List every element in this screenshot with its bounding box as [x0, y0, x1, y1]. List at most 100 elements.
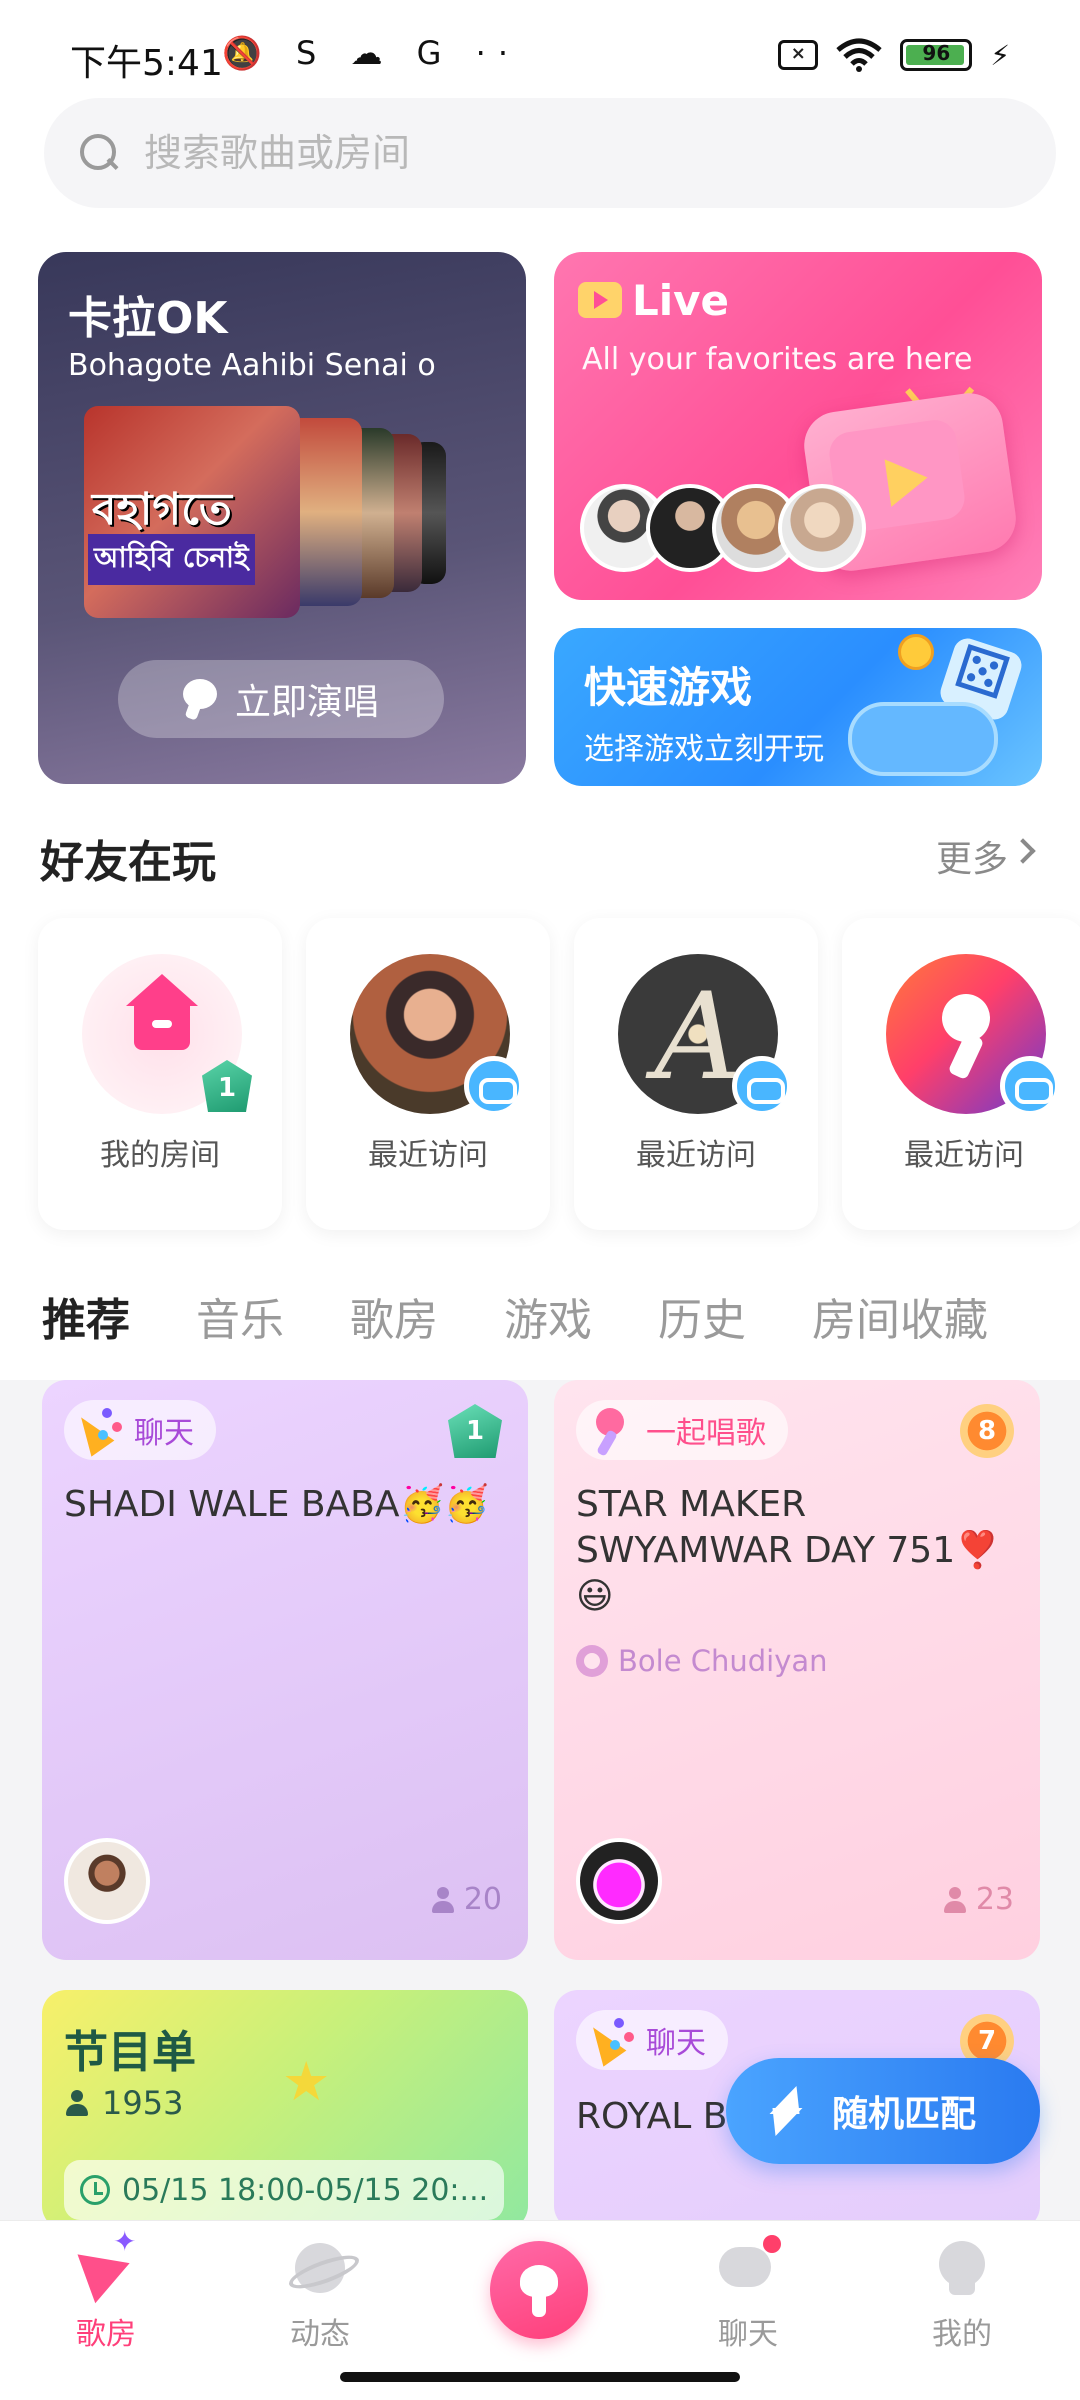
nav-profile[interactable]: 我的 [882, 2235, 1042, 2353]
tab-recommended[interactable]: 推荐 [42, 1284, 130, 1348]
program-list-title: 节目单 [64, 2027, 196, 2078]
room-tag-label: 聊天 [646, 2026, 706, 2061]
recent-visit-card[interactable]: 最近访问 [306, 918, 550, 1230]
room-tag: 聊天 [576, 2010, 728, 2070]
microphone-icon [942, 994, 990, 1042]
my-room-card[interactable]: 1 我的房间 [38, 918, 282, 1230]
program-list-card[interactable]: ★ 节目单 1953 05/15 18:00-05/15 20:... [42, 1990, 528, 2230]
tab-games[interactable]: 游戏 [504, 1284, 592, 1348]
album-cover-front: বহাগতে আহিবি চেনাই [84, 406, 300, 618]
friend-card-label: 我的房间 [100, 1138, 220, 1173]
person-icon [943, 1886, 966, 1913]
room-tag-label: 一起唱歌 [646, 1416, 766, 1451]
search-bar[interactable] [44, 98, 1056, 208]
status-right: × 96 ⚡ [778, 38, 1010, 72]
nav-chat[interactable]: 聊天 [668, 2235, 828, 2353]
recent-visit-card[interactable]: A 最近访问 [574, 918, 818, 1230]
friend-card-label: 最近访问 [368, 1138, 488, 1173]
play-icon [884, 453, 931, 507]
live-card[interactable]: Live All your favorites are here [554, 252, 1042, 600]
sing-now-button[interactable]: 立即演唱 [118, 660, 444, 738]
quick-game-title: 快速游戏 [584, 663, 753, 712]
gamepad-icon [848, 702, 998, 776]
room-member-count: 20 [431, 1882, 502, 1917]
quick-game-subtitle: 选择游戏立刻开玩 [584, 732, 824, 767]
friends-more-link[interactable]: 更多 [936, 830, 1008, 882]
battery-icon: 96 [900, 39, 973, 71]
star-icon: ★ [282, 2050, 331, 2113]
party-popper-icon [72, 1404, 126, 1456]
mic-icon [182, 679, 217, 719]
nav-feed[interactable]: 动态 [240, 2235, 400, 2353]
room-member-count: 23 [943, 1882, 1014, 1917]
nav-song-rooms[interactable]: 歌房 [26, 2225, 186, 2353]
music-disc-icon [576, 1645, 608, 1677]
no-sim-icon: × [778, 40, 819, 70]
karaoke-card[interactable]: 卡拉OK Bohagote Aahibi Senai o বহাগতে আহিব… [38, 252, 526, 784]
live-avatars [580, 484, 866, 572]
home-icon [126, 974, 198, 1058]
person-icon [431, 1886, 454, 1913]
room-card[interactable]: 聊天 1 SHADI WALE BABA🥳🥳 20 [42, 1380, 528, 1960]
house-door [152, 1020, 172, 1028]
live-subtitle: All your favorites are here [582, 342, 973, 377]
search-icon [78, 132, 120, 174]
now-playing-song: Bole Chudiyan [576, 1644, 828, 1678]
sing-now-label: 立即演唱 [234, 682, 379, 723]
tab-room-favorites[interactable]: 房间收藏 [812, 1284, 988, 1348]
program-count-value: 1953 [102, 2084, 184, 2122]
room-icon [73, 2225, 139, 2301]
rank-badge: 1 [448, 1404, 502, 1458]
member-count-value: 20 [463, 1882, 502, 1917]
planet-icon [287, 2235, 353, 2301]
microphone-icon [584, 1404, 638, 1456]
gamepad-badge-icon [464, 1056, 524, 1116]
room-tag: 一起唱歌 [576, 1400, 788, 1460]
nav-label: 我的 [932, 2317, 992, 2352]
live-title: Live [632, 276, 730, 325]
chat-icon [715, 2235, 781, 2301]
quick-game-card[interactable]: 快速游戏 选择游戏立刻开玩 [554, 628, 1042, 786]
gamepad-badge-icon [1000, 1056, 1060, 1116]
friend-card-label: 最近访问 [636, 1138, 756, 1173]
status-bar: 下午5:41 🔕 S ☁ G ·· × 96 ⚡ [0, 0, 1080, 100]
home-indicator[interactable] [340, 2372, 740, 2382]
room-title: STAR MAKER SWYAMWAR DAY 751❣️😃 [576, 1484, 1000, 1617]
program-list-count: 1953 [66, 2084, 183, 2122]
album-cover-text: আহিবি চেনাই [88, 534, 255, 585]
room-tag: 聊天 [64, 1400, 216, 1460]
person-icon [66, 2090, 88, 2116]
nav-label: 聊天 [718, 2317, 778, 2352]
party-popper-icon [584, 2014, 638, 2066]
tv-icon [578, 282, 622, 318]
recent-visit-card[interactable]: 最近访问 [842, 918, 1080, 1230]
gamepad-badge-icon [732, 1056, 792, 1116]
category-tabs: 推荐 音乐 歌房 游戏 历史 房间收藏 [42, 1284, 988, 1348]
karaoke-title: 卡拉OK [68, 293, 228, 344]
mic-center-button[interactable] [490, 2241, 588, 2339]
charging-icon: ⚡ [990, 38, 1010, 72]
room-tag-label: 聊天 [134, 1416, 194, 1451]
friend-card-label: 最近访问 [904, 1138, 1024, 1173]
tab-song-rooms[interactable]: 歌房 [350, 1284, 438, 1348]
search-input[interactable] [144, 131, 944, 175]
status-notification-icons: 🔕 S ☁ G ·· [222, 34, 520, 72]
clock-icon [80, 2175, 110, 2205]
status-time: 下午5:41 [70, 43, 223, 84]
avatar [778, 484, 866, 572]
nav-label: 歌房 [76, 2317, 136, 2352]
host-avatar [576, 1838, 662, 1924]
program-time-value: 05/15 18:00-05/15 20:... [122, 2172, 489, 2208]
friends-list: 1 我的房间 最近访问 A 最近访问 最近访问 [38, 918, 1080, 1230]
profile-icon [929, 2235, 995, 2301]
tab-history[interactable]: 历史 [658, 1284, 746, 1348]
coin-icon [898, 634, 934, 670]
wifi-icon [836, 38, 882, 72]
host-avatar [64, 1838, 150, 1924]
random-match-button[interactable]: 随机匹配 [726, 2058, 1040, 2164]
tab-music[interactable]: 音乐 [196, 1284, 284, 1348]
friends-section-title: 好友在玩 [40, 837, 216, 888]
lightning-icon [766, 2086, 806, 2136]
room-card[interactable]: 一起唱歌 8 STAR MAKER SWYAMWAR DAY 751❣️😃 Bo… [554, 1380, 1040, 1960]
rank-badge: 8 [960, 1404, 1014, 1458]
